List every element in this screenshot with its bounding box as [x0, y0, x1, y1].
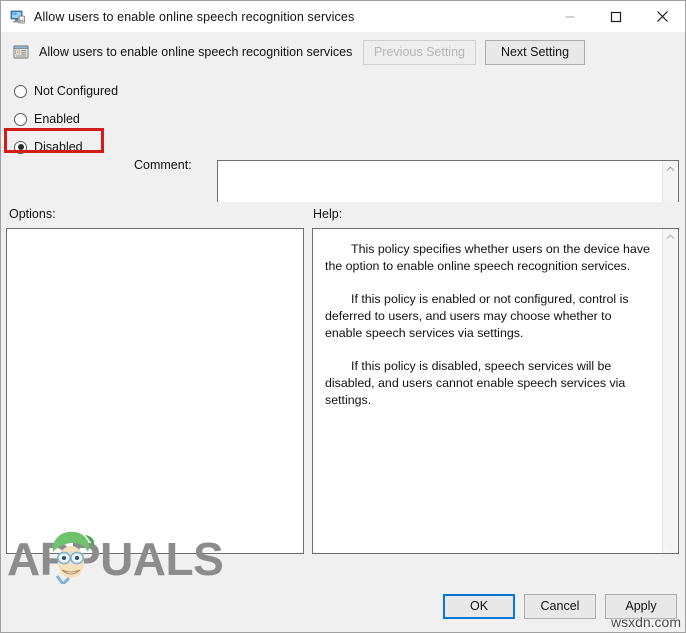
window-controls	[547, 1, 685, 32]
help-paragraph: If this policy is disabled, speech servi…	[325, 359, 626, 407]
help-panel: This policy specifies whether users on t…	[312, 228, 679, 554]
scroll-up-icon[interactable]	[663, 161, 679, 177]
help-paragraph: If this policy is enabled or not configu…	[325, 292, 629, 340]
setting-title: Allow users to enable online speech reco…	[39, 45, 353, 59]
title-bar: Allow users to enable online speech reco…	[1, 1, 685, 32]
help-label: Help:	[313, 207, 343, 221]
radio-label-enabled: Enabled	[34, 112, 80, 126]
close-icon[interactable]	[639, 1, 685, 32]
help-paragraph: This policy specifies whether users on t…	[325, 242, 650, 273]
panels-area: This policy specifies whether users on t…	[1, 228, 685, 586]
scroll-up-icon[interactable]	[663, 229, 679, 245]
state-radio-group: Not Configured Enabled Disabled	[11, 77, 211, 161]
setting-header: Allow users to enable online speech reco…	[1, 32, 685, 72]
previous-setting-button[interactable]: Previous Setting	[362, 39, 476, 65]
options-label: Options:	[9, 207, 56, 221]
setting-nav-buttons: Previous Setting Next Setting	[362, 39, 685, 65]
help-text: This policy specifies whether users on t…	[313, 229, 662, 553]
radio-label-disabled: Disabled	[34, 140, 83, 154]
radio-label-not-configured: Not Configured	[34, 84, 119, 98]
help-scrollbar[interactable]	[662, 229, 678, 553]
policy-setting-dialog: Allow users to enable online speech reco…	[0, 0, 686, 633]
radio-indicator-enabled	[14, 112, 27, 126]
radio-indicator-disabled	[14, 140, 27, 154]
maximize-icon[interactable]	[593, 1, 639, 32]
radio-disabled[interactable]: Disabled	[11, 133, 211, 161]
cancel-button[interactable]: Cancel	[524, 594, 596, 619]
comment-label: Comment:	[134, 158, 192, 172]
panel-labels: Options: Help:	[1, 202, 685, 228]
radio-enabled[interactable]: Enabled	[11, 105, 211, 133]
dialog-footer: OK Cancel Apply wsxdn.com	[1, 584, 685, 632]
scroll-down-icon[interactable]	[663, 537, 679, 553]
setting-state-area: Not Configured Enabled Disabled Comment:	[1, 72, 685, 281]
next-setting-button[interactable]: Next Setting	[485, 39, 585, 65]
policy-monitor-icon	[10, 9, 26, 25]
minimize-icon[interactable]	[547, 1, 593, 32]
options-panel[interactable]	[6, 228, 304, 554]
window-title: Allow users to enable online speech reco…	[34, 9, 355, 24]
apply-button[interactable]: Apply	[605, 594, 677, 619]
radio-indicator-not-configured	[14, 84, 27, 98]
ok-button[interactable]: OK	[443, 594, 515, 619]
group-policy-setting-icon	[13, 44, 29, 60]
footer-buttons: OK Cancel Apply	[443, 594, 677, 619]
radio-not-configured[interactable]: Not Configured	[11, 77, 211, 105]
